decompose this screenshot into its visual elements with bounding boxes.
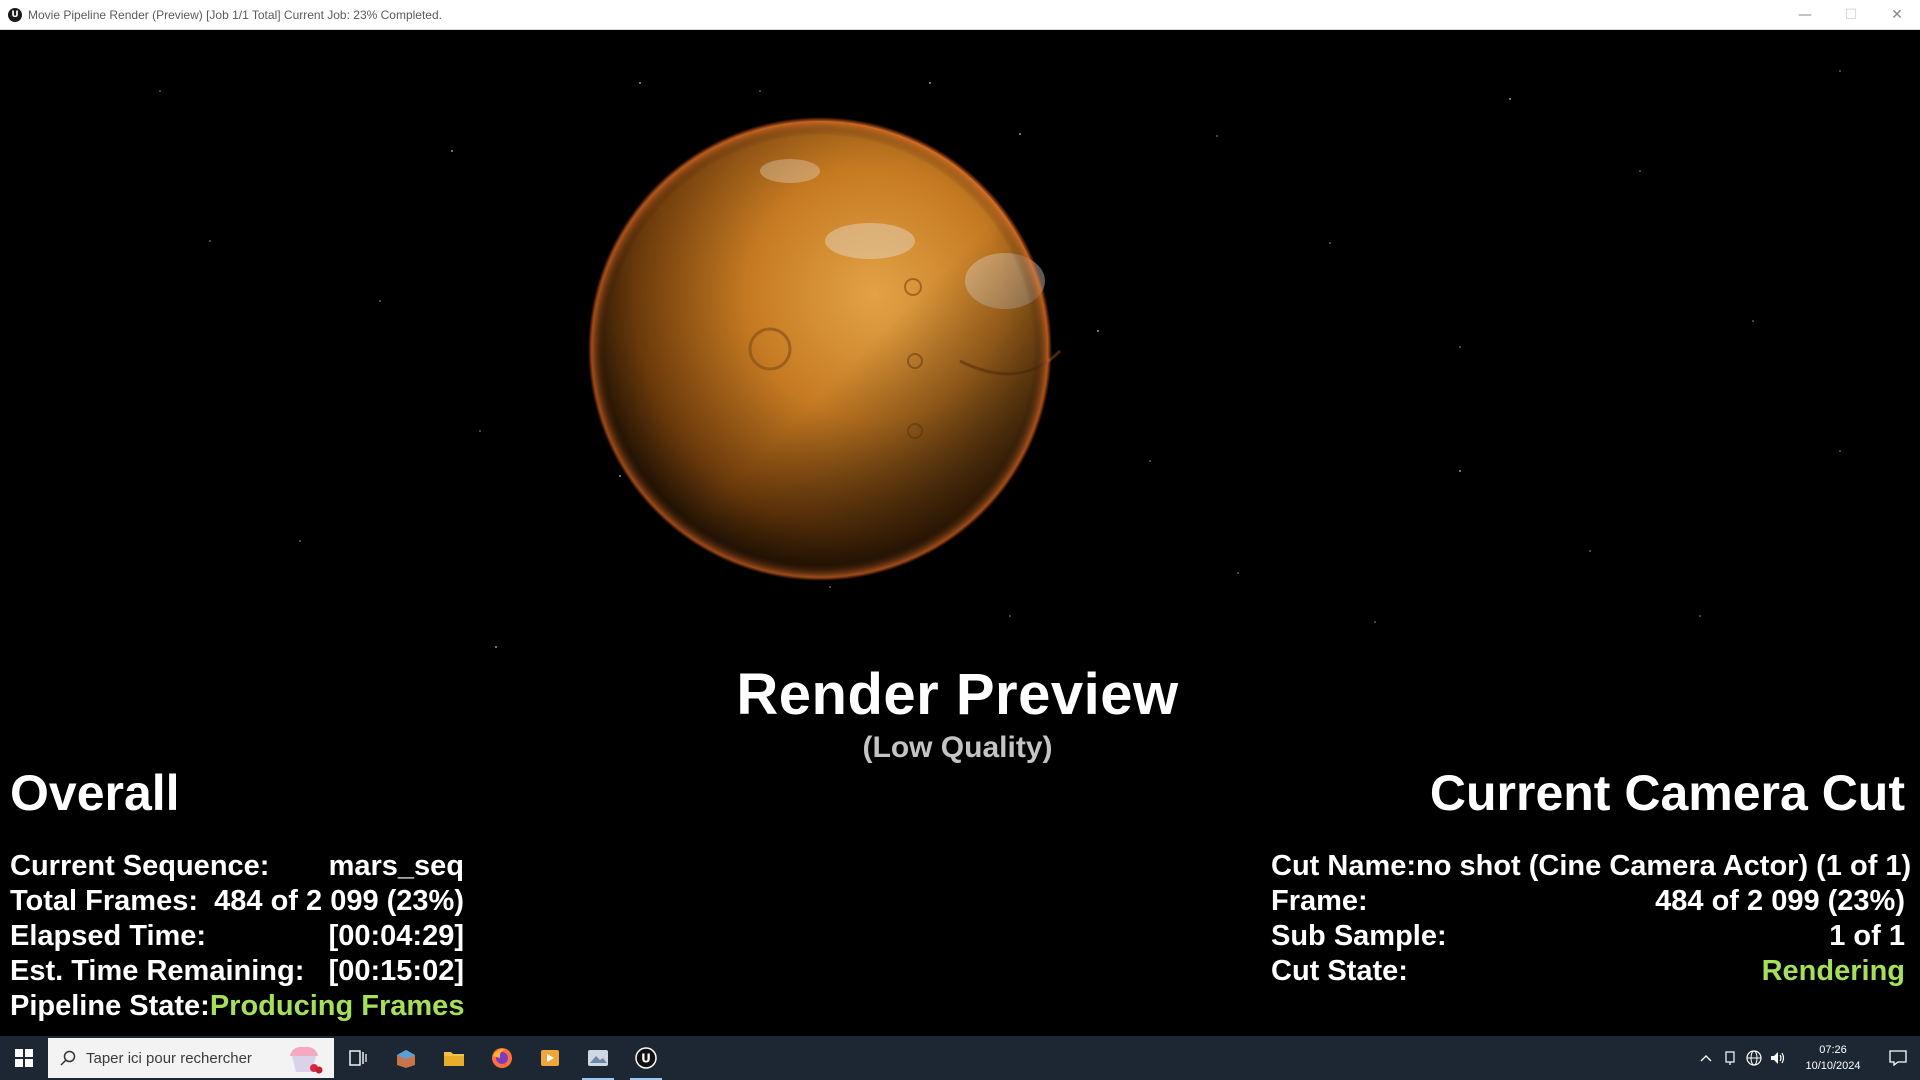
show-hidden-icons-chevron-icon[interactable] <box>1694 1036 1718 1080</box>
clock-time: 07:26 <box>1819 1044 1847 1056</box>
clock-date: 10/10/2024 <box>1805 1060 1861 1072</box>
image-viewer-icon <box>588 1050 608 1066</box>
overall-row-total-frames: Total Frames: 484 of 2 099 (23%) <box>10 884 464 919</box>
camera-cut-panel: Cut Name: no shot (Cine Camera Actor) (1… <box>1271 849 1911 989</box>
search-highlight-cupcake-icon <box>290 1046 323 1074</box>
sub-sample-value: 1 of 1 <box>1829 920 1905 952</box>
svg-text:U: U <box>641 1052 651 1066</box>
cut-state-value: Rendering <box>1761 955 1905 987</box>
task-view-icon <box>349 1050 367 1066</box>
cut-row-name: Cut Name: no shot (Cine Camera Actor) (1… <box>1271 849 1911 884</box>
start-button[interactable] <box>0 1036 48 1080</box>
cut-row-frame: Frame: 484 of 2 099 (23%) <box>1271 884 1905 919</box>
overall-row-elapsed: Elapsed Time: [00:04:29] <box>10 919 464 954</box>
3d-app-icon <box>397 1050 415 1068</box>
elapsed-time-value: [00:04:29] <box>328 920 464 952</box>
search-placeholder: Taper ici pour rechercher <box>86 1049 252 1067</box>
current-sequence-value: mars_seq <box>328 850 464 882</box>
taskbar: Taper ici pour rechercher U 07:26 10/10/… <box>0 1036 1920 1080</box>
cut-state-label: Cut State: <box>1271 955 1408 987</box>
render-viewport: Render Preview (Low Quality) Overall Cur… <box>0 31 1920 1036</box>
taskbar-clock[interactable]: 07:26 10/10/2024 <box>1790 1042 1876 1074</box>
overall-row-sequence: Current Sequence: mars_seq <box>10 849 464 884</box>
window-titlebar: U Movie Pipeline Render (Preview) [Job 1… <box>0 0 1920 30</box>
sub-sample-label: Sub Sample: <box>1271 920 1447 952</box>
taskbar-file-explorer[interactable] <box>430 1036 478 1080</box>
cut-row-state: Cut State: Rendering <box>1271 954 1905 989</box>
system-tray: 07:26 10/10/2024 <box>1694 1036 1920 1080</box>
unreal-logo-icon: U <box>8 7 22 22</box>
overall-heading: Overall <box>10 765 180 821</box>
firefox-icon <box>492 1048 512 1068</box>
notification-icon <box>1889 1050 1907 1066</box>
taskbar-media-player[interactable] <box>526 1036 574 1080</box>
volume-icon[interactable] <box>1766 1036 1790 1080</box>
window-title: Movie Pipeline Render (Preview) [Job 1/1… <box>28 7 442 22</box>
time-remaining-label: Est. Time Remaining: <box>10 955 305 987</box>
notification-center-button[interactable] <box>1876 1036 1920 1080</box>
taskbar-search-box[interactable]: Taper ici pour rechercher <box>48 1038 334 1078</box>
taskbar-unreal-engine[interactable]: U <box>622 1036 670 1080</box>
taskbar-image-viewer[interactable] <box>574 1036 622 1080</box>
total-frames-value: 484 of 2 099 (23%) <box>214 885 464 917</box>
render-preview-subtitle: (Low Quality) <box>862 731 1053 764</box>
overall-panel: Current Sequence: mars_seq Total Frames:… <box>10 849 464 1024</box>
current-sequence-label: Current Sequence: <box>10 850 270 882</box>
cut-name-label: Cut Name: <box>1271 850 1417 882</box>
taskbar-firefox[interactable] <box>478 1036 526 1080</box>
planet-mars <box>588 117 1062 581</box>
taskbar-app-3d[interactable] <box>382 1036 430 1080</box>
frame-value: 484 of 2 099 (23%) <box>1655 885 1905 917</box>
close-button[interactable]: ✕ <box>1874 0 1920 30</box>
overall-row-remaining: Est. Time Remaining: [00:15:02] <box>10 954 464 989</box>
frame-label: Frame: <box>1271 885 1368 917</box>
network-globe-icon[interactable] <box>1742 1036 1766 1080</box>
elapsed-time-label: Elapsed Time: <box>10 920 207 952</box>
cut-name-value: no shot (Cine Camera Actor) (1 of 1) <box>1416 850 1912 882</box>
task-view-button[interactable] <box>334 1036 382 1080</box>
render-preview-title: Render Preview <box>736 662 1179 727</box>
total-frames-label: Total Frames: <box>10 885 199 917</box>
maximize-button[interactable]: ☐ <box>1828 0 1874 30</box>
unreal-engine-icon: U <box>635 1047 657 1069</box>
pipeline-state-value: Producing Frames <box>209 990 465 1022</box>
window-controls: — ☐ ✕ <box>1782 0 1920 30</box>
overall-row-pipeline-state: Pipeline State: Producing Frames <box>10 989 464 1024</box>
camera-cut-heading: Current Camera Cut <box>1429 765 1905 821</box>
media-player-icon <box>541 1050 559 1066</box>
pipeline-state-label: Pipeline State: <box>10 990 210 1022</box>
minimize-button[interactable]: — <box>1782 0 1828 30</box>
windows-logo-icon <box>15 1049 33 1067</box>
file-explorer-icon <box>444 1052 464 1066</box>
search-icon <box>60 1050 76 1066</box>
time-remaining-value: [00:15:02] <box>328 955 464 987</box>
cut-row-sub-sample: Sub Sample: 1 of 1 <box>1271 919 1905 954</box>
device-tray-icon[interactable] <box>1718 1036 1742 1080</box>
